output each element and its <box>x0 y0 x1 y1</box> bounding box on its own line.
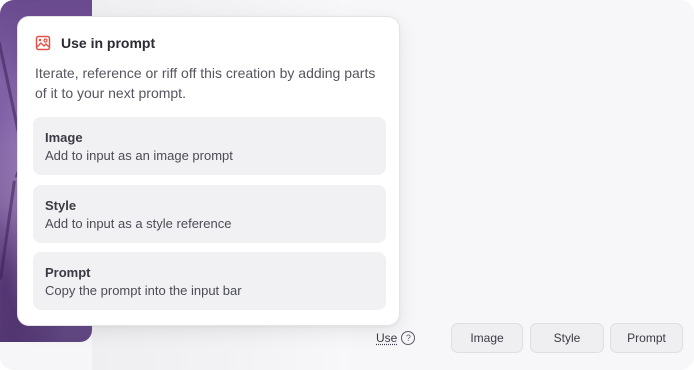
option-style[interactable]: Style Add to input as a style reference <box>33 185 386 243</box>
use-image-button[interactable]: Image <box>451 323 523 353</box>
option-title: Prompt <box>45 265 91 280</box>
tree-branch <box>0 180 16 280</box>
option-title: Image <box>45 130 83 145</box>
popover-title: Use in prompt <box>61 35 156 51</box>
option-subtitle: Copy the prompt into the input bar <box>45 283 242 298</box>
details-panel <box>350 0 694 370</box>
option-image[interactable]: Image Add to input as an image prompt <box>33 117 386 175</box>
app-frame: Use in prompt Iterate, reference or riff… <box>0 0 694 370</box>
option-title: Style <box>45 198 77 213</box>
option-prompt[interactable]: Prompt Copy the prompt into the input ba… <box>33 252 386 310</box>
use-in-prompt-popover: Use in prompt Iterate, reference or riff… <box>17 16 400 326</box>
image-prompt-icon <box>35 35 51 51</box>
use-text[interactable]: Use <box>376 331 397 345</box>
popover-header: Use in prompt <box>35 34 155 52</box>
popover-description: Iterate, reference or riff off this crea… <box>35 65 376 101</box>
use-style-button[interactable]: Style <box>530 323 604 353</box>
option-subtitle: Add to input as an image prompt <box>45 148 233 163</box>
use-prompt-button[interactable]: Prompt <box>610 323 683 353</box>
question-circle-icon[interactable]: ? <box>401 331 416 345</box>
option-subtitle: Add to input as a style reference <box>45 216 232 231</box>
use-label[interactable]: Use ? <box>376 331 416 345</box>
